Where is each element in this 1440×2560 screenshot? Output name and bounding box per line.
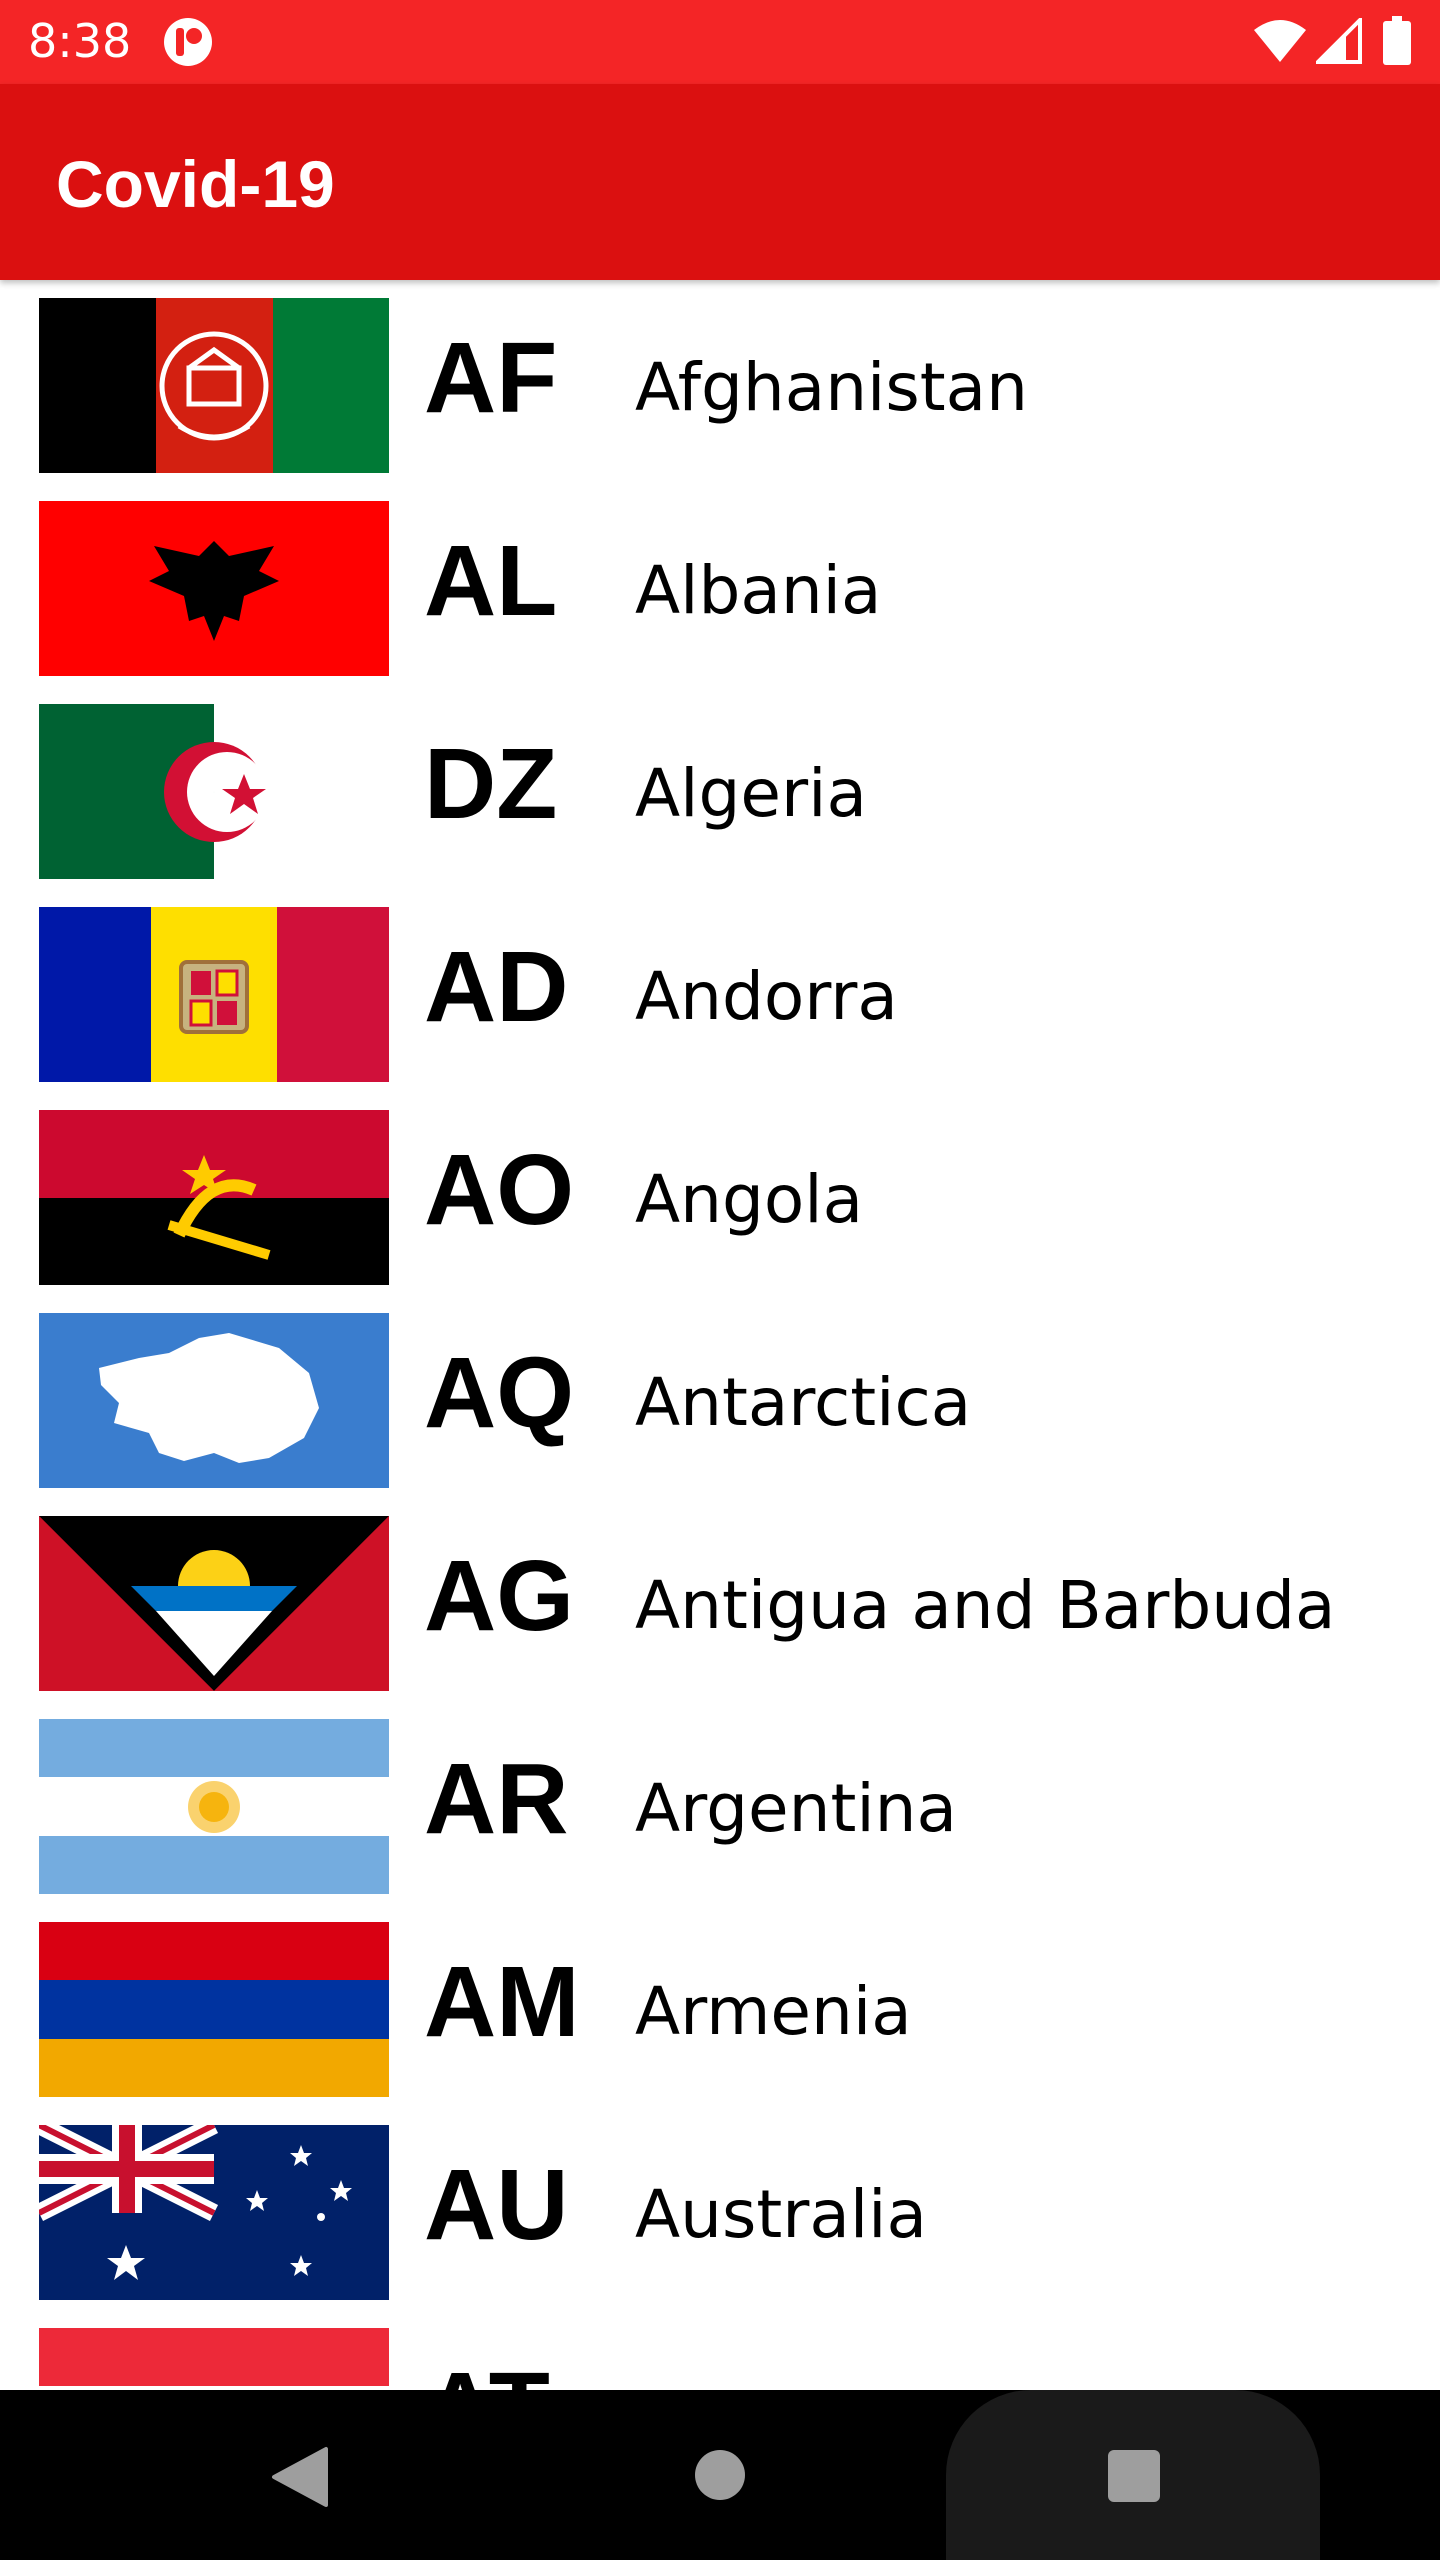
albania-flag-icon	[39, 501, 389, 676]
country-row-aq[interactable]: AQ Antarctica	[0, 1295, 1440, 1498]
navigation-bar	[0, 2390, 1440, 2560]
country-name: Argentina	[635, 1770, 957, 1847]
country-code: AG	[424, 1540, 574, 1652]
country-code: AO	[424, 1134, 574, 1246]
antarctica-flag-icon	[39, 1313, 389, 1488]
country-code: AQ	[424, 1337, 574, 1449]
battery-icon	[1383, 16, 1411, 65]
country-name: Albania	[635, 552, 882, 629]
country-row-ad[interactable]: AD Andorra	[0, 889, 1440, 1092]
country-row-ar[interactable]: AR Argentina	[0, 1701, 1440, 1904]
country-name: Afghanistan	[635, 349, 1028, 426]
app-notification-icon	[164, 18, 212, 66]
country-code: AL	[424, 525, 558, 637]
country-name: Andorra	[635, 958, 898, 1035]
algeria-flag-icon	[39, 704, 389, 879]
country-row-ag[interactable]: AG Antigua and Barbuda	[0, 1498, 1440, 1701]
antigua-flag-icon	[39, 1516, 389, 1691]
app-bar: Covid-19	[0, 84, 1440, 280]
country-code: AR	[424, 1743, 569, 1855]
country-row-ao[interactable]: AO Angola	[0, 1092, 1440, 1295]
country-list[interactable]: AF Afghanistan AL Albania DZ Algeria AD …	[0, 280, 1440, 2390]
back-icon[interactable]	[270, 2445, 330, 2509]
afghanistan-flag-icon	[39, 298, 389, 473]
country-row-af[interactable]: AF Afghanistan	[0, 280, 1440, 483]
andorra-flag-icon	[39, 907, 389, 1082]
austria-flag-icon	[39, 2328, 389, 2390]
country-row-au[interactable]: AU Australia	[0, 2107, 1440, 2310]
country-code: DZ	[424, 728, 558, 840]
australia-flag-icon	[39, 2125, 389, 2300]
country-name: Algeria	[635, 755, 867, 832]
wifi-icon	[1254, 20, 1306, 62]
country-name: Australia	[635, 2176, 927, 2253]
country-row-al[interactable]: AL Albania	[0, 483, 1440, 686]
app-title: Covid-19	[56, 147, 335, 221]
home-icon[interactable]	[695, 2450, 745, 2500]
recents-icon[interactable]	[1108, 2450, 1160, 2502]
country-row-at[interactable]: AT	[0, 2310, 1440, 2390]
country-code: AF	[424, 322, 558, 434]
armenia-flag-icon	[39, 1922, 389, 2097]
country-name: Angola	[635, 1161, 864, 1238]
signal-icon	[1316, 18, 1362, 64]
country-code: AD	[424, 931, 569, 1043]
argentina-flag-icon	[39, 1719, 389, 1894]
country-row-dz[interactable]: DZ Algeria	[0, 686, 1440, 889]
country-code: AU	[424, 2149, 569, 2261]
status-time: 8:38	[28, 14, 132, 68]
country-row-am[interactable]: AM Armenia	[0, 1904, 1440, 2107]
country-name: Armenia	[635, 1973, 912, 2050]
country-name: Antigua and Barbuda	[635, 1567, 1336, 1644]
country-code: AT	[424, 2348, 550, 2390]
country-code: AM	[424, 1946, 580, 2058]
status-bar: 8:38	[0, 0, 1440, 84]
angola-flag-icon	[39, 1110, 389, 1285]
country-name: Antarctica	[635, 1364, 972, 1441]
